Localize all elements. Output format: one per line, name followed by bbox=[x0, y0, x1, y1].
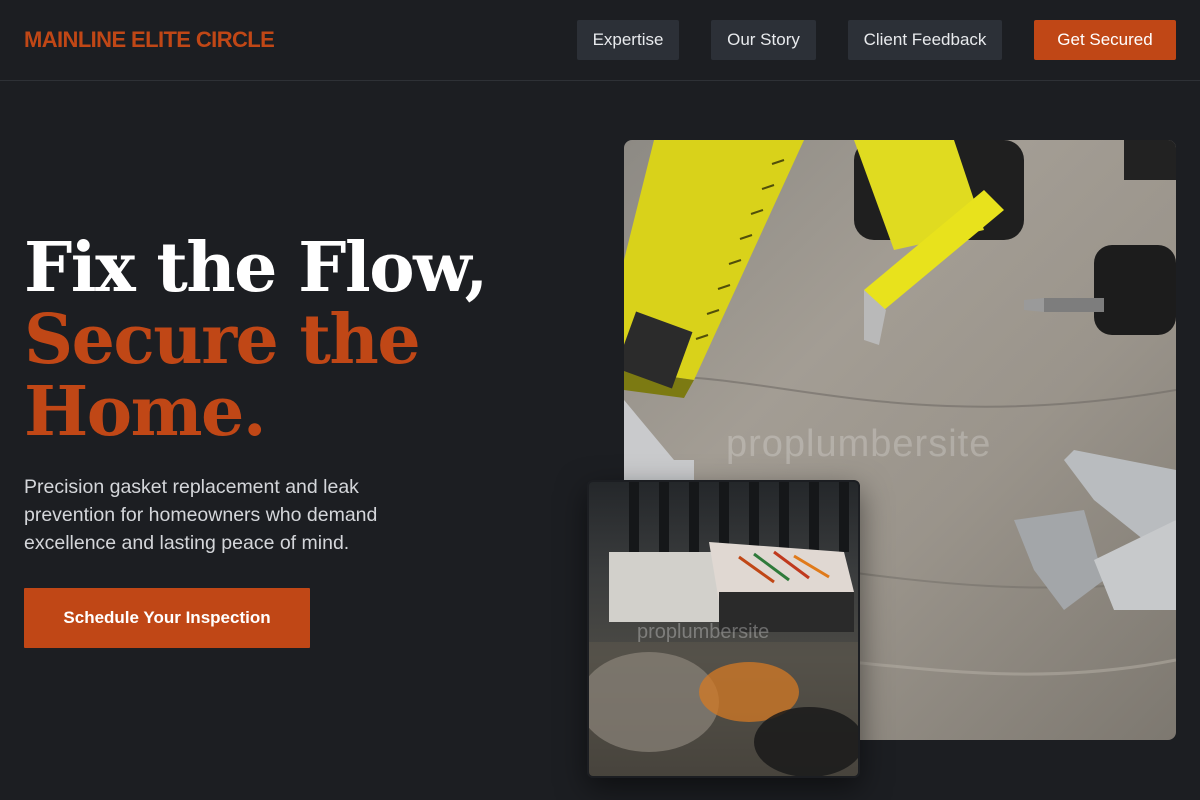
hero-subtitle: Precision gasket replacement and leak pr… bbox=[24, 476, 378, 554]
tape-measure-shape bbox=[854, 140, 1024, 345]
nav-expertise-button[interactable]: Expertise bbox=[577, 20, 679, 60]
toolbox-illustration: proplumbersite bbox=[589, 482, 858, 776]
get-secured-button[interactable]: Get Secured bbox=[1034, 20, 1176, 60]
small-photo-watermark: proplumbersite bbox=[637, 621, 769, 643]
wrench-shape bbox=[1014, 450, 1176, 610]
top-navigation-bar: MAINLINE ELITE CIRCLE Expertise Our Stor… bbox=[0, 0, 1200, 81]
hero-title-accent-line-3: Home. bbox=[24, 372, 267, 452]
drill-shape bbox=[1024, 140, 1176, 335]
nav-our-story-button[interactable]: Our Story bbox=[711, 20, 816, 60]
brand-logo[interactable]: MAINLINE ELITE CIRCLE bbox=[24, 27, 275, 53]
nav-client-feedback-button[interactable]: Client Feedback bbox=[848, 20, 1002, 60]
hero-title-line-1: Fix the Flow, bbox=[24, 228, 488, 308]
hero-title-accent-line-2: Secure the bbox=[24, 300, 421, 380]
tools-photo-small: proplumbersite bbox=[587, 480, 860, 778]
schedule-inspection-button[interactable]: Schedule Your Inspection bbox=[24, 588, 310, 648]
main-photo-watermark: proplumbersite bbox=[726, 423, 991, 465]
hero-title: Fix the Flow, Secure the Home. bbox=[24, 232, 584, 448]
ruler-shape bbox=[624, 140, 804, 398]
